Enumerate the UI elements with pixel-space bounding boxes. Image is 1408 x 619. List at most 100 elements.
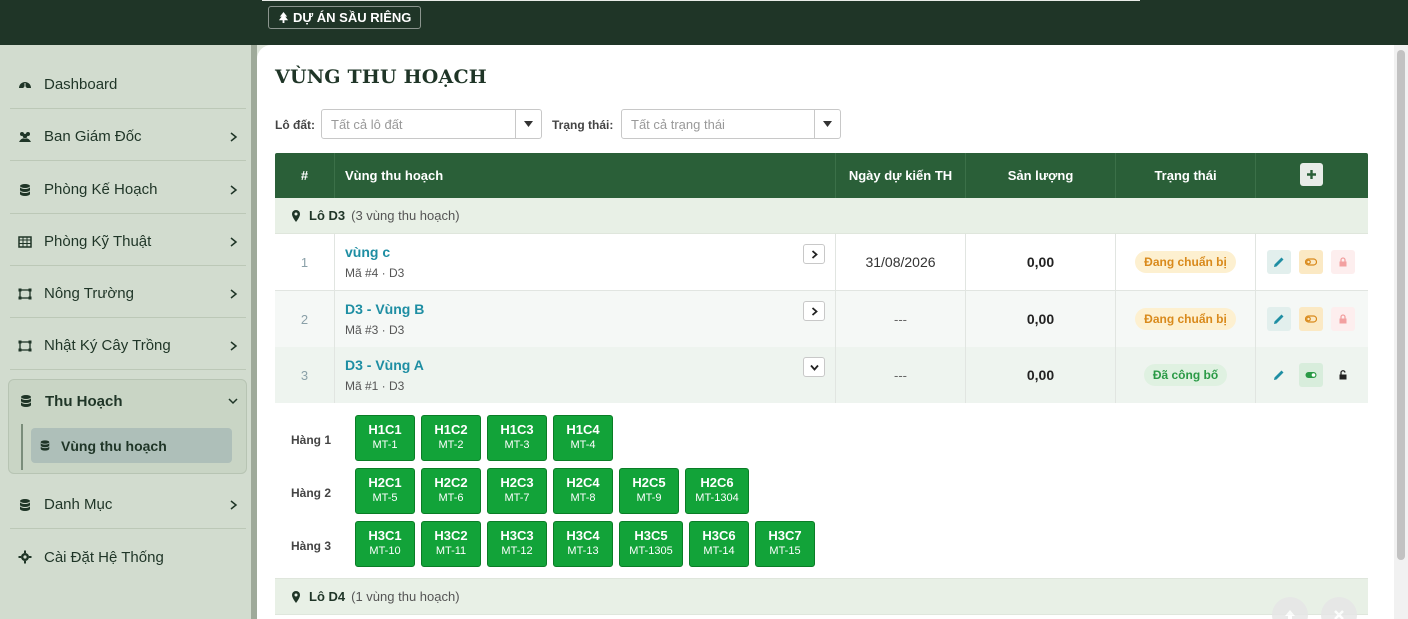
- page-title: VÙNG THU HOẠCH: [275, 66, 487, 88]
- zone-name-link[interactable]: D3 - Vùng B: [345, 301, 424, 317]
- close-icon: [1334, 610, 1344, 619]
- sidebar-item-nong-truong[interactable]: Nông Trường: [10, 270, 246, 318]
- tree-mt: MT-14: [703, 545, 735, 557]
- sidebar-item-thu-hoach[interactable]: Thu Hoạch: [9, 380, 246, 422]
- sidebar-item-label: Dashboard: [44, 76, 118, 93]
- add-button[interactable]: [1300, 163, 1323, 186]
- tree-mt: MT-1304: [695, 492, 739, 504]
- tree-code: H2C6: [700, 475, 734, 490]
- tree-code: H2C2: [434, 475, 468, 490]
- sidebar-item-dashboard[interactable]: Dashboard: [10, 61, 246, 109]
- tree-tile[interactable]: H2C2 MT-6: [421, 468, 481, 514]
- zone-name-link[interactable]: vùng c: [345, 244, 390, 260]
- tree-tile[interactable]: H2C3 MT-7: [487, 468, 547, 514]
- group-name: Lô D4: [309, 589, 346, 604]
- col-qty: Sản lượng: [966, 153, 1116, 198]
- collapse-button[interactable]: [803, 357, 825, 377]
- col-zone: Vùng thu hoạch: [335, 153, 836, 198]
- tree-tile[interactable]: H2C6 MT-1304: [685, 468, 749, 514]
- unlock-button[interactable]: [1331, 363, 1355, 387]
- tree-mt: MT-15: [769, 545, 801, 557]
- tree-code: H2C4: [566, 475, 600, 490]
- main-content: VÙNG THU HOẠCH Lô đất: Tất cả lô đất Trạ…: [257, 45, 1394, 619]
- dashboard-icon: [19, 81, 31, 89]
- scrollbar-thumb[interactable]: [1397, 50, 1405, 560]
- edit-button[interactable]: [1267, 363, 1291, 387]
- tree-mt: MT-5: [372, 492, 398, 504]
- lock-button[interactable]: [1331, 250, 1355, 274]
- edit-button[interactable]: [1267, 307, 1291, 331]
- tree-code: H3C2: [434, 528, 468, 543]
- row-label: Hàng 2: [291, 486, 332, 500]
- tree-tile[interactable]: H1C1 MT-1: [355, 415, 415, 461]
- tree-tile[interactable]: H3C7 MT-15: [755, 521, 815, 567]
- tree-code: H2C5: [632, 475, 666, 490]
- tree-tile[interactable]: H3C5 MT-1305: [619, 521, 683, 567]
- tree-code: H3C1: [368, 528, 402, 543]
- tree-tile[interactable]: H2C5 MT-9: [619, 468, 679, 514]
- sidebar-item-label: Phòng Kế Hoạch: [44, 181, 158, 198]
- tree-tile[interactable]: H1C4 MT-4: [553, 415, 613, 461]
- expected-date: ---: [894, 367, 907, 383]
- zone-name-link[interactable]: D3 - Vùng A: [345, 357, 424, 373]
- status-filter-select[interactable]: Tất cả trạng thái: [621, 109, 841, 139]
- tree-tile[interactable]: H3C2 MT-11: [421, 521, 481, 567]
- expand-button[interactable]: [803, 301, 825, 321]
- lock-button[interactable]: [1331, 307, 1355, 331]
- zone-code: Mã #1 · D3: [345, 379, 405, 393]
- tree-mt: MT-9: [636, 492, 662, 504]
- tree-tile[interactable]: H3C1 MT-10: [355, 521, 415, 567]
- sidebar-subitem-label: Vùng thu hoạch: [61, 437, 167, 454]
- toggle-button[interactable]: [1299, 307, 1323, 331]
- sidebar-item-phong-ke-hoach[interactable]: Phòng Kế Hoạch: [10, 166, 246, 214]
- tree-mt: MT-11: [435, 545, 467, 557]
- map-pin-icon: [292, 209, 300, 222]
- users-icon: [19, 131, 31, 142]
- pencil-icon: [1274, 257, 1284, 267]
- tree-mt: MT-3: [504, 439, 530, 451]
- database-icon: [20, 183, 30, 196]
- chevron-right-icon: [230, 131, 238, 142]
- tree-code: H1C1: [368, 422, 402, 437]
- tree-tile[interactable]: H3C4 MT-13: [553, 521, 613, 567]
- chevron-down-icon: [809, 364, 819, 371]
- row-label: Hàng 3: [291, 539, 332, 553]
- quantity: 0,00: [1026, 367, 1055, 383]
- project-button[interactable]: DỰ ÁN SẦU RIÊNG: [268, 6, 422, 29]
- edit-button[interactable]: [1267, 250, 1291, 274]
- lot-filter-select[interactable]: Tất cả lô đất: [321, 109, 542, 139]
- lock-icon: [1339, 257, 1347, 267]
- submenu-line: [21, 424, 23, 470]
- quantity: 0,00: [1026, 254, 1055, 270]
- tree-mt: MT-4: [570, 439, 596, 451]
- farm-icon: [18, 288, 32, 299]
- status-badge: Đang chuẩn bị: [1135, 251, 1236, 273]
- tree-mt: MT-7: [504, 492, 530, 504]
- chevron-down-icon: [228, 398, 238, 405]
- toggle-button[interactable]: [1299, 363, 1323, 387]
- tree-tile[interactable]: H2C4 MT-8: [553, 468, 613, 514]
- pencil-icon: [1274, 370, 1284, 380]
- pencil-icon: [1274, 314, 1284, 324]
- tree-tile[interactable]: H3C6 MT-14: [689, 521, 749, 567]
- tree-icon: [278, 12, 289, 23]
- sidebar-item-cai-dat[interactable]: Cài Đặt Hệ Thống: [10, 533, 246, 581]
- tree-tile[interactable]: H1C2 MT-2: [421, 415, 481, 461]
- sidebar-item-danh-muc[interactable]: Danh Mục: [10, 481, 246, 529]
- chevron-right-icon: [811, 249, 818, 259]
- sidebar-item-phong-ky-thuat[interactable]: Phòng Kỹ Thuật: [10, 218, 246, 266]
- tree-tile[interactable]: H2C1 MT-5: [355, 468, 415, 514]
- caret-down-icon: [524, 121, 533, 127]
- group-header-lo-d4: Lô D4 (1 vùng thu hoạch): [275, 579, 1368, 615]
- toggle-button[interactable]: [1299, 250, 1323, 274]
- tree-code: H2C3: [500, 475, 534, 490]
- farm-icon: [18, 340, 32, 351]
- expand-button[interactable]: [803, 244, 825, 264]
- sidebar-item-ban-giam-doc[interactable]: Ban Giám Đốc: [10, 113, 246, 161]
- sidebar-subitem-vung-thu-hoach[interactable]: Vùng thu hoạch: [31, 428, 232, 463]
- tree-mt: MT-6: [438, 492, 464, 504]
- tree-tile[interactable]: H1C3 MT-3: [487, 415, 547, 461]
- tree-tile[interactable]: H3C3 MT-12: [487, 521, 547, 567]
- sidebar-item-nhat-ky-cay-trong[interactable]: Nhật Ký Cây Trồng: [10, 322, 246, 370]
- tree-mt: MT-8: [570, 492, 596, 504]
